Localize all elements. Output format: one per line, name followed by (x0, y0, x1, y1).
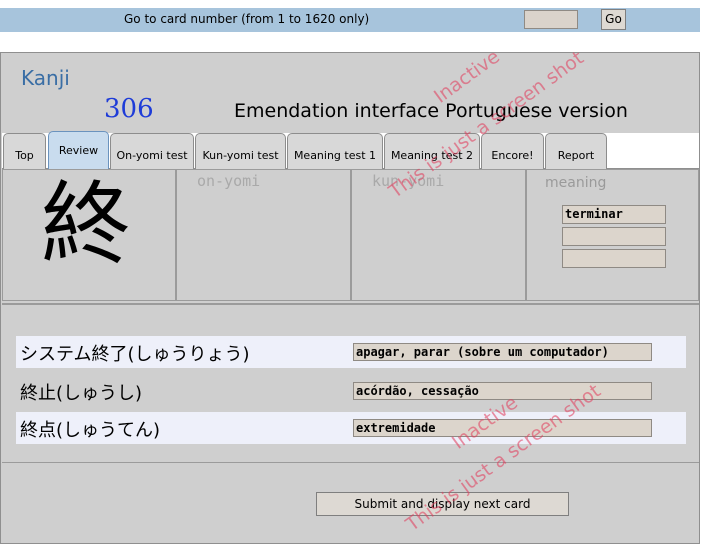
submit-button[interactable]: Submit and display next card (316, 492, 569, 516)
meaning-label: meaning (545, 175, 607, 191)
kanji-cell: 終 (2, 169, 176, 301)
card-number-input[interactable] (524, 10, 578, 29)
vocabulary-list: システム終了(しゅうりょう) apagar, parar (sobre um c… (2, 303, 699, 463)
vocab-row: システム終了(しゅうりょう) apagar, parar (sobre um c… (16, 336, 686, 368)
meaning-field-2[interactable] (562, 227, 666, 246)
kunyomi-label: kun-yomi (372, 172, 445, 190)
submit-area: Submit and display next card (2, 465, 699, 543)
meaning-cell: meaning terminar (526, 169, 699, 301)
tab-bar: Top Review On-yomi test Kun-yomi test Me… (2, 131, 699, 169)
goto-label: Go to card number (from 1 to 1620 only) (124, 12, 370, 26)
meaning-field-3[interactable] (562, 249, 666, 268)
card-number: 306 (104, 94, 154, 124)
kanji-character: 終 (41, 172, 131, 277)
vocab-word: 終点(しゅうてん) (20, 420, 161, 441)
vocab-row: 終点(しゅうてん) extremidade (16, 412, 686, 444)
tab-report[interactable]: Report (545, 133, 607, 169)
tab-meaning-test-1[interactable]: Meaning test 1 (287, 133, 383, 169)
goto-bar: Go to card number (from 1 to 1620 only) … (0, 8, 700, 32)
tab-onyomi-test[interactable]: On-yomi test (110, 133, 194, 169)
main-panel: Kanji 306 Emendation interface Portugues… (0, 52, 700, 544)
go-button[interactable]: Go (601, 9, 626, 30)
vocab-meaning-field[interactable]: apagar, parar (sobre um computador) (353, 343, 652, 361)
kunyomi-cell: kun-yomi (351, 169, 526, 301)
tab-top[interactable]: Top (3, 133, 46, 169)
meaning-field-1[interactable]: terminar (562, 205, 666, 224)
page-title: Emendation interface Portuguese version (234, 100, 628, 122)
kanji-card: 終 on-yomi kun-yomi meaning terminar (2, 169, 699, 301)
vocab-meaning-field[interactable]: extremidade (353, 419, 652, 437)
onyomi-label: on-yomi (197, 172, 261, 190)
tab-kunyomi-test[interactable]: Kun-yomi test (195, 133, 286, 169)
tab-review[interactable]: Review (48, 131, 109, 169)
app-title: Kanji (21, 66, 70, 90)
vocab-word: 終止(しゅうし) (20, 383, 143, 404)
vocab-meaning-field[interactable]: acórdão, cessação (353, 382, 652, 400)
header: Kanji 306 Emendation interface Portugues… (2, 54, 699, 132)
vocab-word: システム終了(しゅうりょう) (20, 344, 250, 365)
vocab-row: 終止(しゅうし) acórdão, cessação (16, 375, 686, 407)
onyomi-cell: on-yomi (176, 169, 351, 301)
tab-meaning-test-2[interactable]: Meaning test 2 (384, 133, 480, 169)
tab-encore[interactable]: Encore! (481, 133, 544, 169)
